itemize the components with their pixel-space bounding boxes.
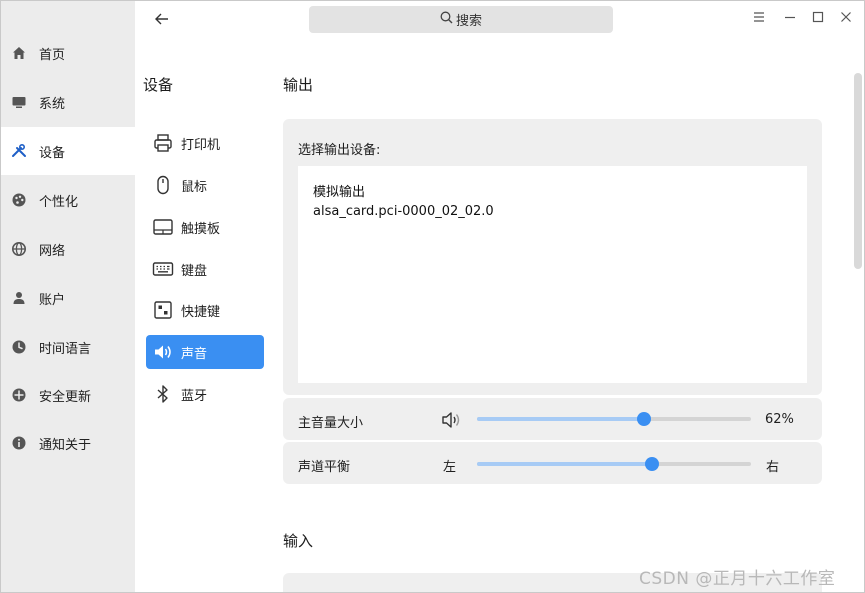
palette-icon [11, 192, 27, 208]
mouse-icon [152, 174, 174, 196]
volume-label: 主音量大小 [298, 416, 364, 431]
volume-slider-fill [477, 417, 645, 421]
sidebar: 首页 系统 设备 个性化 网络 账户 时间语言 安全更新 通知关于 [1, 1, 135, 592]
sidebar-item-label: 设备 [39, 145, 66, 161]
menu-icon [753, 11, 765, 27]
output-device-label: 选择输出设备: [298, 143, 381, 158]
sidebar-item-account[interactable]: 账户 [1, 274, 135, 322]
device-item-keyboard[interactable]: 键盘 [146, 252, 264, 286]
monitor-icon [11, 94, 27, 110]
search-placeholder: 搜索 [455, 14, 482, 29]
minimize-icon [784, 11, 796, 27]
sidebar-item-personalize[interactable]: 个性化 [1, 176, 135, 224]
minimize-button[interactable] [783, 12, 797, 26]
devices-section-title: 设备 [143, 76, 174, 94]
device-item-printer[interactable]: 打印机 [146, 126, 264, 160]
device-item-label: 快捷键 [181, 304, 221, 320]
sidebar-item-label: 系统 [39, 96, 66, 112]
menu-button[interactable] [752, 12, 766, 26]
back-arrow-icon [155, 12, 169, 30]
sidebar-item-devices[interactable]: 设备 [1, 127, 135, 175]
balance-label: 声道平衡 [298, 460, 351, 475]
sidebar-item-security-update[interactable]: 安全更新 [1, 371, 135, 419]
search-input[interactable]: 搜索 [309, 6, 613, 33]
keyboard-icon [152, 258, 174, 280]
sidebar-item-time-language[interactable]: 时间语言 [1, 323, 135, 371]
clock-icon [11, 339, 27, 355]
sidebar-item-home[interactable]: 首页 [1, 29, 135, 77]
watermark: CSDN @正月十六工作室 [639, 569, 836, 589]
volume-value: 62% [765, 412, 794, 427]
device-item-touchpad[interactable]: 触摸板 [146, 210, 264, 244]
device-item-label: 声音 [181, 346, 208, 362]
balance-slider-fill [477, 462, 653, 466]
balance-left-label: 左 [443, 460, 457, 475]
output-device-name[interactable]: 模拟输出 [313, 184, 365, 202]
sound-icon [152, 341, 174, 363]
sidebar-item-label: 首页 [39, 47, 66, 63]
close-icon [840, 11, 852, 27]
globe-icon [11, 241, 27, 257]
close-button[interactable] [839, 12, 853, 26]
sidebar-item-system[interactable]: 系统 [1, 78, 135, 126]
device-item-label: 触摸板 [181, 221, 221, 237]
device-item-shortcut[interactable]: 快捷键 [146, 293, 264, 327]
device-item-mouse[interactable]: 鼠标 [146, 168, 264, 202]
sidebar-item-label: 个性化 [39, 194, 79, 210]
home-icon [11, 45, 27, 61]
shortcut-icon [152, 299, 174, 321]
device-item-label: 打印机 [181, 137, 221, 153]
sidebar-item-label: 安全更新 [39, 389, 92, 405]
input-section-title: 输入 [283, 532, 314, 550]
maximize-button[interactable] [811, 11, 825, 27]
device-item-bluetooth[interactable]: 蓝牙 [146, 377, 264, 411]
output-section-title: 输出 [283, 76, 314, 94]
sidebar-item-label: 账户 [39, 292, 66, 308]
balance-right-label: 右 [766, 460, 780, 475]
info-icon [11, 435, 27, 451]
device-item-sound[interactable]: 声音 [146, 335, 264, 369]
device-item-label: 蓝牙 [181, 388, 208, 404]
content-scrollbar[interactable] [854, 73, 862, 269]
shield-icon [11, 387, 27, 403]
printer-icon [152, 132, 174, 154]
sidebar-item-label: 通知关于 [39, 437, 92, 453]
settings-window: 首页 系统 设备 个性化 网络 账户 时间语言 安全更新 通知关于 搜索 设备 … [0, 0, 865, 593]
search-icon [440, 11, 453, 28]
maximize-icon [812, 11, 824, 27]
sidebar-item-label: 时间语言 [39, 341, 92, 357]
volume-slider[interactable] [477, 412, 751, 426]
balance-slider[interactable] [477, 457, 751, 471]
speaker-mute-button[interactable] [441, 409, 465, 431]
back-button[interactable] [151, 10, 173, 32]
sidebar-item-label: 网络 [39, 243, 66, 259]
user-icon [11, 290, 27, 306]
touchpad-icon [152, 216, 174, 238]
output-device-list[interactable]: 模拟输出 alsa_card.pci-0000_02_02.0 [298, 166, 807, 383]
sidebar-item-notice-about[interactable]: 通知关于 [1, 419, 135, 467]
device-item-label: 键盘 [181, 263, 208, 279]
speaker-icon [441, 412, 465, 435]
device-item-label: 鼠标 [181, 179, 208, 195]
bluetooth-icon [152, 383, 174, 405]
output-device-id: alsa_card.pci-0000_02_02.0 [313, 204, 494, 219]
tools-icon [11, 143, 27, 159]
sidebar-item-network[interactable]: 网络 [1, 225, 135, 273]
